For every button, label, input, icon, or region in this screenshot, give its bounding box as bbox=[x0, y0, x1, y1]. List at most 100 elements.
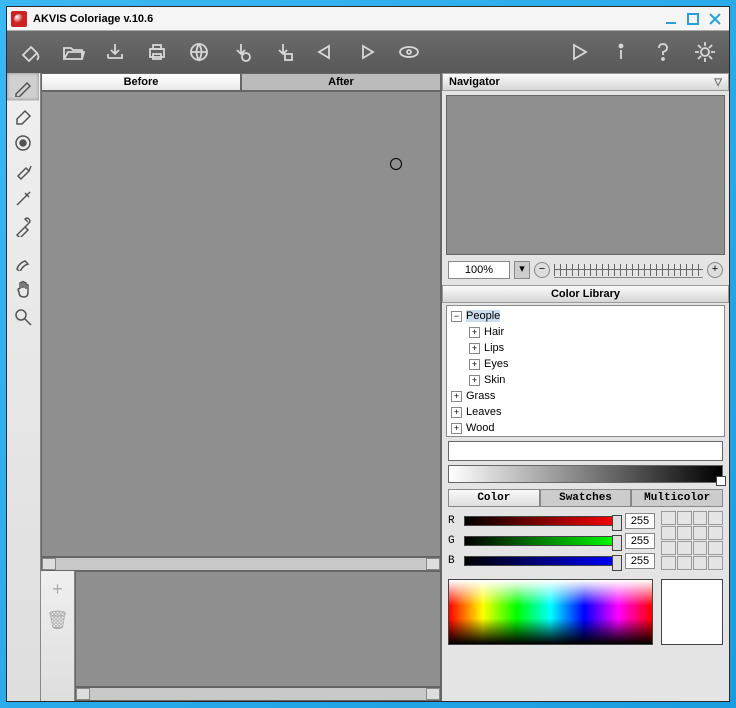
maximize-button[interactable] bbox=[683, 10, 703, 28]
canvas-hscroll[interactable] bbox=[41, 557, 441, 571]
eraser-tool[interactable] bbox=[7, 101, 39, 129]
tree-item[interactable]: +Grass bbox=[447, 388, 724, 404]
tab-multicolor[interactable]: Multicolor bbox=[631, 489, 723, 507]
tube-tool[interactable] bbox=[7, 157, 39, 185]
navigator-preview[interactable] bbox=[446, 95, 725, 255]
swatch-cell[interactable] bbox=[661, 556, 676, 570]
tree-toggle-icon[interactable]: + bbox=[469, 327, 480, 338]
library-tree[interactable]: −People+Hair+Lips+Eyes+Skin+Grass+Leaves… bbox=[446, 305, 725, 437]
current-color-swatch[interactable] bbox=[661, 579, 723, 645]
tree-item[interactable]: +Wood bbox=[447, 420, 724, 436]
run-button-icon[interactable] bbox=[565, 38, 593, 66]
scroll-left-icon[interactable] bbox=[76, 688, 90, 700]
swatch-cell[interactable] bbox=[708, 541, 723, 555]
web-export-icon[interactable] bbox=[185, 38, 213, 66]
bucket-tool-icon[interactable] bbox=[17, 38, 45, 66]
scroll-right-icon[interactable] bbox=[426, 558, 440, 570]
brush-tool[interactable] bbox=[7, 247, 39, 275]
tab-after[interactable]: After bbox=[241, 73, 441, 91]
scroll-right-icon[interactable] bbox=[426, 688, 440, 700]
info-icon[interactable] bbox=[607, 38, 635, 66]
tree-toggle-icon[interactable]: + bbox=[451, 423, 462, 434]
canvas[interactable] bbox=[41, 91, 441, 557]
value-r[interactable]: 255 bbox=[625, 513, 655, 529]
help-icon[interactable] bbox=[649, 38, 677, 66]
presets-icon[interactable] bbox=[269, 38, 297, 66]
swatch-cell[interactable] bbox=[693, 556, 708, 570]
slider-r[interactable] bbox=[464, 516, 619, 526]
tree-toggle-icon[interactable]: + bbox=[469, 359, 480, 370]
swatch-cell[interactable] bbox=[708, 526, 723, 540]
tree-item[interactable]: +Eyes bbox=[447, 356, 724, 372]
eyedropper-tool[interactable] bbox=[7, 213, 39, 241]
filmstrip-area: + 🗑 bbox=[41, 571, 441, 701]
keep-color-tool[interactable] bbox=[7, 129, 39, 157]
slider-b[interactable] bbox=[464, 556, 619, 566]
tree-item[interactable]: + Leaves bbox=[447, 404, 724, 420]
swatch-cell[interactable] bbox=[661, 526, 676, 540]
navigator-title: Navigator bbox=[449, 76, 500, 88]
tree-item[interactable]: +Hair bbox=[447, 324, 724, 340]
collapse-icon[interactable]: ▽ bbox=[714, 77, 722, 88]
slider-g[interactable] bbox=[464, 536, 619, 546]
main-toolbar bbox=[7, 31, 729, 73]
minimize-button[interactable] bbox=[661, 10, 681, 28]
filmstrip[interactable] bbox=[75, 571, 441, 687]
preview-icon[interactable] bbox=[395, 38, 423, 66]
selected-color-box[interactable] bbox=[448, 441, 723, 461]
center-area: Before After + 🗑 bbox=[41, 73, 441, 701]
swatch-cell[interactable] bbox=[677, 526, 692, 540]
pencil-tool[interactable] bbox=[7, 73, 39, 101]
tree-item-label: Lips bbox=[484, 342, 504, 354]
tree-item[interactable]: + Lips bbox=[447, 340, 724, 356]
swatch-cell[interactable] bbox=[693, 541, 708, 555]
color-spectrum[interactable] bbox=[448, 579, 653, 645]
save-file-icon[interactable] bbox=[101, 38, 129, 66]
add-frame-button[interactable]: + bbox=[52, 579, 63, 600]
zoom-value[interactable]: 100% bbox=[448, 261, 510, 279]
tree-toggle-icon[interactable]: + bbox=[469, 375, 480, 386]
settings-icon[interactable] bbox=[691, 38, 719, 66]
swatch-cell[interactable] bbox=[677, 511, 692, 525]
redo-icon[interactable] bbox=[353, 38, 381, 66]
rgb-row-g: G 255 bbox=[448, 531, 655, 551]
tree-toggle-icon[interactable]: + bbox=[451, 407, 462, 418]
tab-before[interactable]: Before bbox=[41, 73, 241, 91]
swatch-cell[interactable] bbox=[693, 526, 708, 540]
open-file-icon[interactable] bbox=[59, 38, 87, 66]
batch-icon[interactable] bbox=[227, 38, 255, 66]
swatch-cell[interactable] bbox=[693, 511, 708, 525]
delete-frame-button[interactable]: 🗑 bbox=[46, 610, 69, 631]
tree-toggle-icon[interactable]: + bbox=[451, 391, 462, 402]
tree-item[interactable]: −People bbox=[447, 308, 724, 324]
value-g[interactable]: 255 bbox=[625, 533, 655, 549]
filmstrip-hscroll[interactable] bbox=[75, 687, 441, 701]
tree-toggle-icon[interactable]: − bbox=[451, 311, 462, 322]
image-tabs: Before After bbox=[41, 73, 441, 91]
swatch-cell[interactable] bbox=[677, 556, 692, 570]
tab-color[interactable]: Color bbox=[448, 489, 540, 507]
value-b[interactable]: 255 bbox=[625, 553, 655, 569]
zoom-in-button[interactable]: + bbox=[707, 262, 723, 278]
rgb-row-r: R 255 bbox=[448, 511, 655, 531]
magic-tool[interactable] bbox=[7, 185, 39, 213]
close-button[interactable] bbox=[705, 10, 725, 28]
gradient-slider[interactable] bbox=[448, 465, 723, 483]
swatch-cell[interactable] bbox=[708, 511, 723, 525]
tree-toggle-icon[interactable]: + bbox=[469, 343, 480, 354]
swatch-cell[interactable] bbox=[661, 541, 676, 555]
tree-item-label: Leaves bbox=[466, 406, 501, 418]
swatch-cell[interactable] bbox=[677, 541, 692, 555]
hand-tool[interactable] bbox=[7, 275, 39, 303]
scroll-left-icon[interactable] bbox=[42, 558, 56, 570]
zoom-dropdown[interactable]: ▾ bbox=[514, 261, 530, 279]
swatch-cell[interactable] bbox=[661, 511, 676, 525]
swatch-cell[interactable] bbox=[708, 556, 723, 570]
zoom-slider[interactable] bbox=[554, 262, 703, 278]
zoom-tool[interactable] bbox=[7, 303, 39, 331]
print-icon[interactable] bbox=[143, 38, 171, 66]
undo-icon[interactable] bbox=[311, 38, 339, 66]
tree-item[interactable]: +Skin bbox=[447, 372, 724, 388]
zoom-out-button[interactable]: − bbox=[534, 262, 550, 278]
tab-swatches[interactable]: Swatches bbox=[540, 489, 632, 507]
